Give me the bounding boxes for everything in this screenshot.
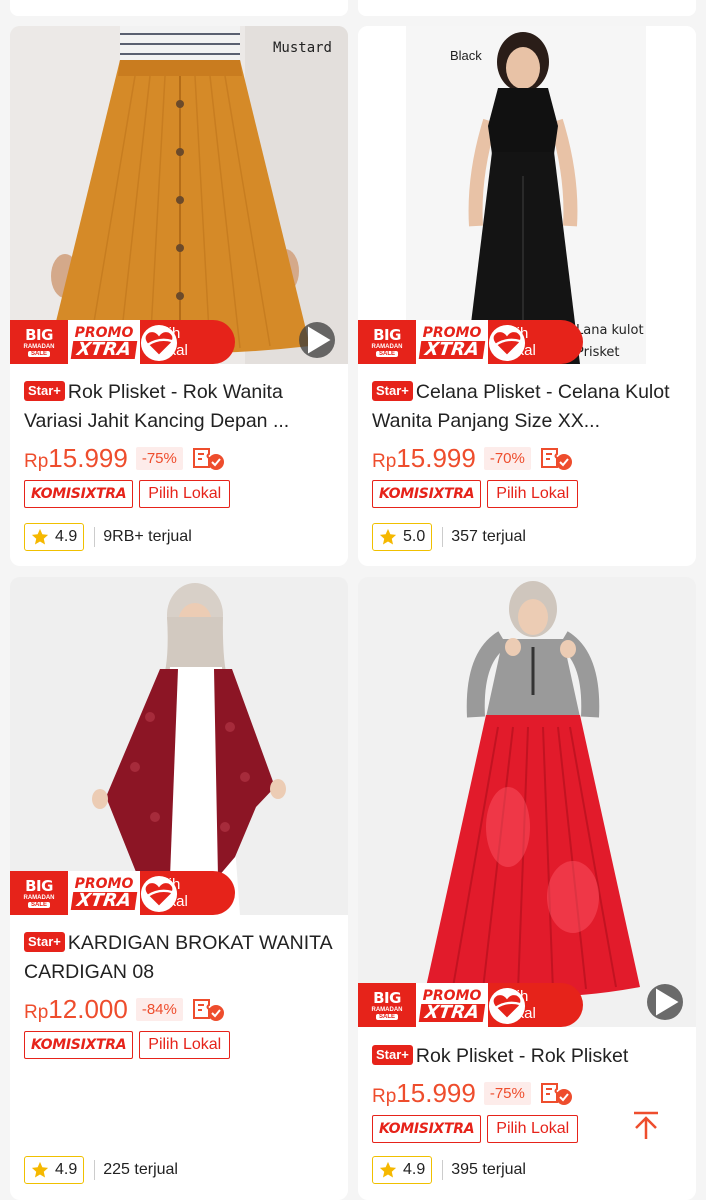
product-price: Rp12.000	[24, 993, 128, 1024]
discount-badge: -75%	[483, 1081, 531, 1105]
star-icon	[379, 528, 397, 545]
back-to-top-button[interactable]	[628, 1107, 664, 1143]
product-title[interactable]: Star+ KARDIGAN BROKAT WANITA CARDIGAN 08	[24, 929, 334, 987]
product-image: Mustard BIG RAMADAN SALE PROMO XTRA Pili…	[10, 26, 348, 364]
promo-xtra-badge: PROMO XTRA	[416, 320, 488, 364]
promo-band: BIG RAMADAN SALE PROMO XTRA PilihLokal	[358, 320, 583, 364]
product-price: Rp15.999	[372, 442, 476, 473]
komisi-xtra-tag: KOMISIXTRA	[372, 1115, 482, 1143]
play-video-button[interactable]	[299, 322, 335, 358]
product-title[interactable]: Star+ Celana Plisket - Celana Kulot Wanit…	[372, 378, 682, 436]
play-video-button[interactable]	[647, 984, 683, 1020]
discount-badge: -75%	[135, 446, 183, 470]
promo-band: BIG RAMADAN SALE PROMO XTRA PilihLokal	[10, 871, 235, 915]
color-label: Black	[450, 48, 482, 63]
sold-count: 9RB+ terjual	[94, 527, 192, 547]
sold-count: 357 terjual	[442, 527, 526, 547]
star-plus-badge: Star+	[372, 381, 413, 401]
color-label: Mustard	[272, 40, 332, 56]
cod-voucher-icon	[192, 448, 224, 470]
promo-xtra-badge: PROMO XTRA	[68, 320, 140, 364]
cod-voucher-icon	[540, 1083, 572, 1105]
heart-icon	[488, 324, 526, 362]
promo-band: BIG RAMADAN SALE PROMO XTRA PilihLokal	[10, 320, 235, 364]
heart-icon	[140, 875, 178, 913]
play-icon	[308, 326, 331, 354]
big-ramadan-sale-badge: BIG RAMADAN SALE	[358, 320, 416, 364]
rating-badge: 5.0	[372, 523, 433, 551]
pilih-lokal-tag: Pilih Lokal	[487, 480, 579, 508]
komisi-xtra-tag: KOMISIXTRA	[372, 480, 482, 508]
star-plus-badge: Star+	[372, 1045, 413, 1065]
discount-badge: -84%	[135, 997, 183, 1021]
sold-count: 225 terjual	[94, 1160, 178, 1180]
star-plus-badge: Star+	[24, 932, 65, 952]
product-card[interactable]: Mustard BIG RAMADAN SALE PROMO XTRA Pili…	[10, 26, 348, 566]
previous-card-right	[358, 0, 696, 16]
product-image: Black Lana kulot Prisket BIG RAMADAN SAL…	[358, 26, 696, 364]
star-plus-badge: Star+	[24, 381, 65, 401]
pilih-lokal-badge: PilihLokal	[488, 983, 583, 1027]
komisi-xtra-tag: KOMISIXTRA	[24, 1031, 134, 1059]
previous-row-remnant	[0, 0, 706, 18]
rating-badge: 4.9	[372, 1156, 433, 1184]
sold-count: 395 terjual	[442, 1160, 526, 1180]
product-price: Rp15.999	[24, 442, 128, 473]
komisi-xtra-tag: KOMISIXTRA	[24, 480, 134, 508]
star-icon	[31, 1161, 49, 1178]
pilih-lokal-badge: PilihLokal	[140, 871, 235, 915]
big-ramadan-sale-badge: BIG RAMADAN SALE	[10, 320, 68, 364]
rating-badge: 4.9	[24, 1156, 85, 1184]
product-title[interactable]: Star+ Rok Plisket - Rok Plisket	[372, 1042, 682, 1071]
pilih-lokal-tag: Pilih Lokal	[139, 480, 231, 508]
pilih-lokal-tag: Pilih Lokal	[487, 1115, 579, 1143]
arrow-up-icon	[634, 1111, 658, 1139]
play-icon	[656, 988, 679, 1016]
cod-voucher-icon	[192, 999, 224, 1021]
big-ramadan-sale-badge: BIG RAMADAN SALE	[358, 983, 416, 1027]
promo-xtra-badge: PROMO XTRA	[68, 871, 140, 915]
previous-card-left	[10, 0, 348, 16]
product-image: BIG RAMADAN SALE PROMO XTRA PilihLokal	[358, 577, 696, 1027]
rating-badge: 4.9	[24, 523, 85, 551]
product-title[interactable]: Star+ Rok Plisket - Rok Wanita Variasi Ja…	[24, 378, 334, 436]
discount-badge: -70%	[483, 446, 531, 470]
big-ramadan-sale-badge: BIG RAMADAN SALE	[10, 871, 68, 915]
star-icon	[379, 1161, 397, 1178]
product-card[interactable]: BIG RAMADAN SALE PROMO XTRA PilihLokal S…	[358, 577, 696, 1200]
pilih-lokal-badge: PilihLokal	[140, 320, 235, 364]
pilih-lokal-tag: Pilih Lokal	[139, 1031, 231, 1059]
product-price: Rp15.999	[372, 1077, 476, 1108]
promo-band: BIG RAMADAN SALE PROMO XTRA PilihLokal	[358, 983, 583, 1027]
product-card[interactable]: Black Lana kulot Prisket BIG RAMADAN SAL…	[358, 26, 696, 566]
pilih-lokal-badge: PilihLokal	[488, 320, 583, 364]
cod-voucher-icon	[540, 448, 572, 470]
heart-icon	[488, 987, 526, 1025]
product-card[interactable]: BIG RAMADAN SALE PROMO XTRA PilihLokal S…	[10, 577, 348, 1200]
image-overlay-text: Lana kulot Prisket	[576, 323, 644, 360]
star-icon	[31, 528, 49, 545]
promo-xtra-badge: PROMO XTRA	[416, 983, 488, 1027]
heart-icon	[140, 324, 178, 362]
product-image: BIG RAMADAN SALE PROMO XTRA PilihLokal	[10, 577, 348, 915]
